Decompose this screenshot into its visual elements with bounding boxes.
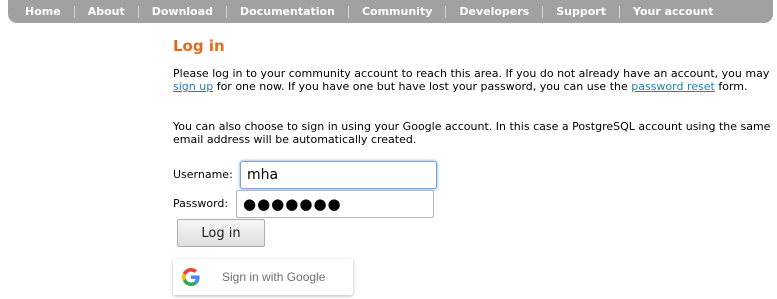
google-g-icon xyxy=(182,268,200,286)
intro-text-end: form. xyxy=(714,80,748,93)
password-label: Password: xyxy=(173,197,229,210)
google-signin-note: You can also choose to sign in using you… xyxy=(173,120,771,146)
nav-your-account[interactable]: Your account xyxy=(620,5,727,18)
top-navigation: Home About Download Documentation Commun… xyxy=(8,0,773,23)
sign-up-link[interactable]: sign up xyxy=(173,80,213,93)
nav-community[interactable]: Community xyxy=(349,5,447,18)
password-reset-link[interactable]: password reset xyxy=(631,80,715,93)
nav-home[interactable]: Home xyxy=(8,5,75,18)
intro-text-middle: for one now. If you have one but have lo… xyxy=(213,80,632,93)
intro-text-start: Please log in to your community account … xyxy=(173,67,770,80)
login-intro-text: Please log in to your community account … xyxy=(173,67,773,93)
nav-support[interactable]: Support xyxy=(543,5,620,18)
password-input[interactable] xyxy=(236,190,434,218)
google-button-label: Sign in with Google xyxy=(222,270,326,284)
nav-developers[interactable]: Developers xyxy=(446,5,544,18)
username-input[interactable] xyxy=(240,161,437,189)
nav-documentation[interactable]: Documentation xyxy=(227,5,349,18)
google-signin-button[interactable]: Sign in with Google xyxy=(173,259,353,295)
nav-about[interactable]: About xyxy=(75,5,139,18)
login-button[interactable]: Log in xyxy=(177,219,265,247)
page-title: Log in xyxy=(173,37,225,55)
username-label: Username: xyxy=(173,168,233,181)
nav-download[interactable]: Download xyxy=(139,5,228,18)
